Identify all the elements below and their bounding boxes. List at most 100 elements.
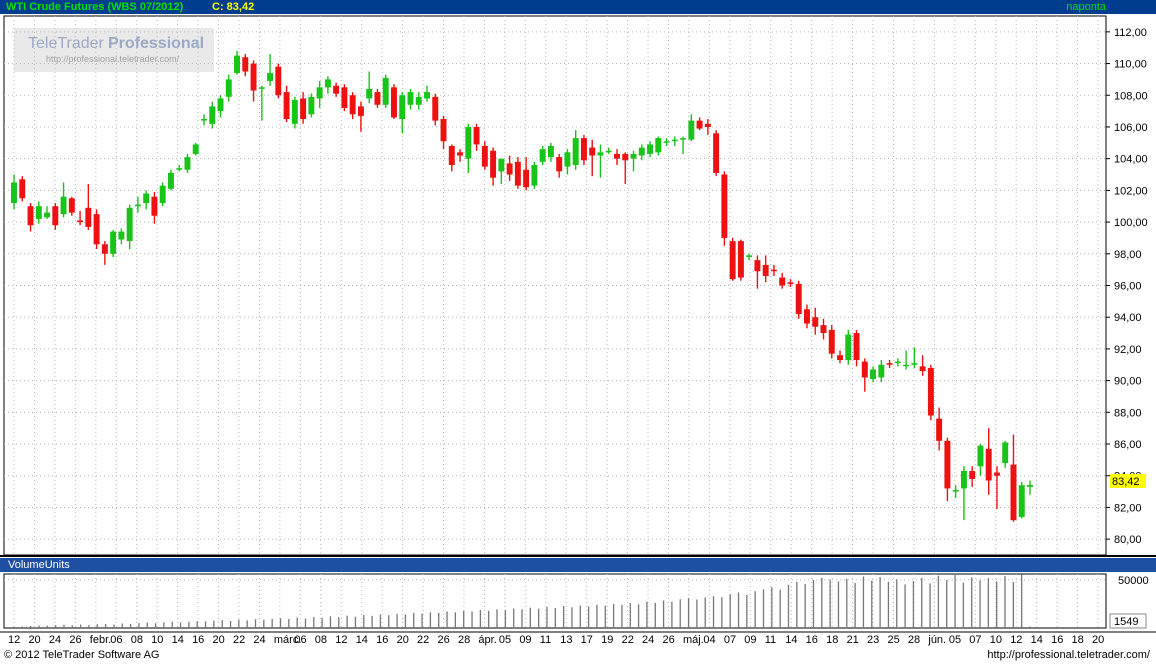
candle-body: [795, 283, 802, 315]
candle-body: [696, 120, 703, 129]
candle: [993, 466, 1000, 510]
date-tick-label: 16: [192, 634, 204, 646]
candle: [737, 239, 744, 281]
candle-body: [390, 87, 397, 118]
candle: [465, 123, 472, 173]
candle-body: [812, 317, 819, 327]
candle-body: [993, 472, 1000, 476]
candle-body: [192, 144, 199, 154]
candle-body: [514, 161, 521, 186]
candle: [886, 360, 893, 368]
candle-body: [539, 149, 546, 162]
candle: [134, 196, 141, 213]
price-tick-label: 106,00: [1114, 122, 1148, 134]
candle-body: [870, 369, 877, 380]
candle-body: [861, 361, 868, 378]
candle-body: [52, 206, 59, 226]
date-axis: 12 20 24 26 febr. 06 08 10 14 16 20 22 24 márc.06 08 12…: [8, 634, 1104, 646]
candle-body: [407, 92, 414, 105]
candle: [944, 437, 951, 502]
candle-body: [960, 470, 967, 489]
candle: [927, 364, 934, 421]
date-tick-label: 23: [867, 634, 879, 646]
candle-body: [324, 79, 331, 88]
candle: [143, 190, 150, 210]
date-tick-label: 12: [1010, 634, 1022, 646]
candle: [671, 136, 678, 146]
candle-body: [143, 193, 150, 204]
price-axis: 80,0082,0084,0086,0088,0090,0092,0094,00…: [1106, 27, 1148, 546]
candle: [184, 153, 191, 173]
candle: [754, 255, 761, 289]
candle-body: [820, 325, 827, 334]
candle: [366, 71, 373, 104]
candle: [167, 169, 174, 191]
candle-body: [944, 440, 951, 489]
candle-body: [572, 138, 579, 166]
candle: [440, 115, 447, 150]
candle-body: [977, 445, 984, 467]
candle-body: [853, 333, 860, 361]
footer-url[interactable]: http://professional.teletrader.com/: [987, 649, 1150, 661]
last-value-badges: 83,42 1549: [1109, 474, 1147, 629]
candle-body: [201, 119, 207, 121]
candle-body: [1027, 484, 1033, 487]
candle-body: [448, 145, 455, 166]
candle-body: [721, 174, 728, 238]
watermark-product: Professional: [108, 35, 204, 52]
candle-body: [630, 153, 637, 159]
candle: [415, 92, 422, 110]
candle: [861, 358, 868, 392]
candle-body: [597, 152, 604, 156]
candle: [878, 360, 885, 383]
price-tick-label: 104,00: [1114, 154, 1148, 166]
date-tick-label: 10: [990, 634, 1002, 646]
candle-body: [366, 88, 373, 99]
price-tick-label: 90,00: [1114, 376, 1142, 388]
price-tick-label: 94,00: [1114, 312, 1142, 324]
date-tick-label: 16: [376, 634, 388, 646]
candle-body: [498, 158, 505, 172]
candle-body: [490, 150, 497, 178]
candle: [432, 93, 439, 126]
candle: [151, 191, 158, 224]
candle: [242, 54, 249, 77]
candle-body: [151, 196, 158, 216]
price-tick-label: 98,00: [1114, 249, 1142, 261]
candle-body: [234, 55, 240, 74]
price-tick-label: 86,00: [1114, 439, 1142, 451]
candle: [680, 136, 687, 154]
candle: [894, 358, 901, 367]
date-tick-label: máj.: [683, 634, 704, 646]
candle: [101, 241, 108, 265]
date-tick-label: 05: [949, 634, 961, 646]
date-tick-label: 18: [1072, 634, 1084, 646]
candle-body: [845, 334, 852, 361]
date-tick-label: 10: [151, 634, 163, 646]
candle-body: [737, 241, 744, 278]
candle-body: [159, 185, 166, 204]
volume-panel-title: VolumeUnits: [8, 559, 70, 571]
candle-body: [713, 133, 720, 173]
candle-body: [481, 145, 488, 167]
date-tick-label: 04: [703, 634, 715, 646]
candle-body: [209, 106, 216, 124]
candle: [217, 95, 224, 118]
candle: [655, 136, 662, 156]
date-tick-label: 11: [765, 634, 776, 646]
candle-body: [985, 448, 992, 481]
candle-body: [894, 361, 901, 364]
candle: [506, 155, 513, 181]
candle-body: [622, 153, 629, 161]
date-tick-label: 28: [458, 634, 470, 646]
candle-body: [523, 169, 530, 188]
candle: [316, 80, 323, 108]
candle-body: [44, 212, 51, 218]
candle: [704, 119, 711, 135]
candle: [291, 96, 298, 129]
candle: [514, 157, 521, 189]
date-tick-label: 13: [560, 634, 572, 646]
candle: [820, 318, 827, 340]
date-tick-label: 12: [8, 634, 20, 646]
date-tick-label: 12: [335, 634, 347, 646]
